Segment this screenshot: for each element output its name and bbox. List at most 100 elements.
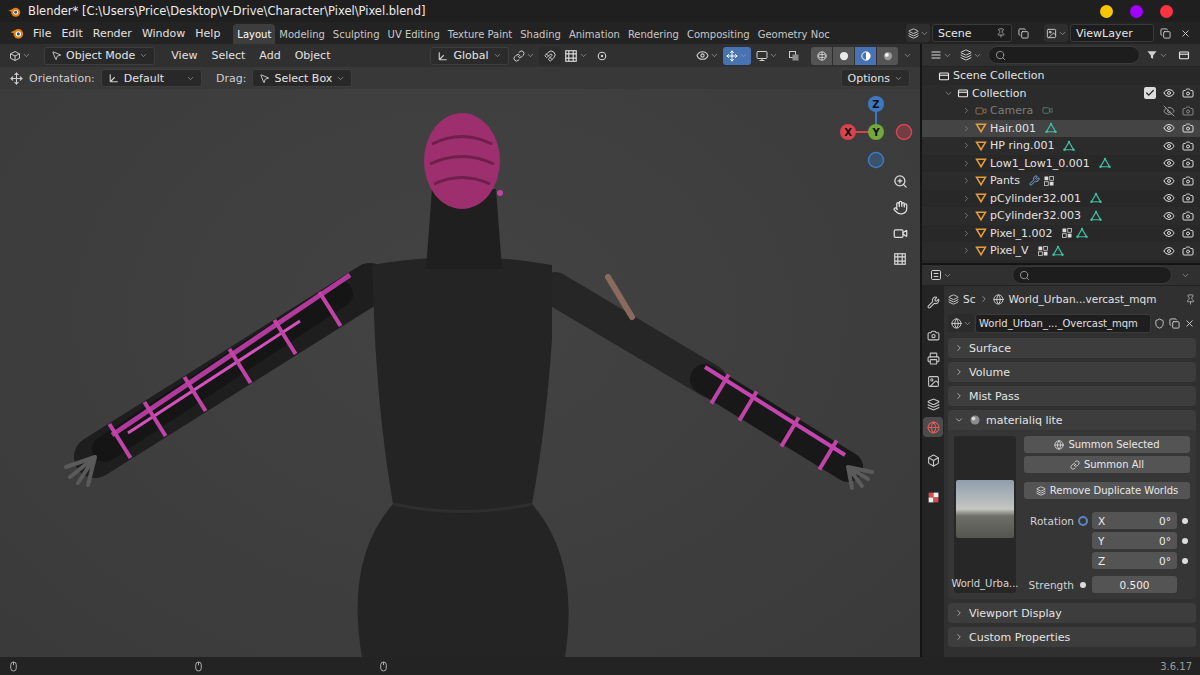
shading-button[interactable] <box>877 47 898 65</box>
world-preview[interactable]: World_Urba... <box>954 436 1016 593</box>
filter-button[interactable] <box>1144 46 1170 64</box>
display-mode-button[interactable] <box>958 46 984 64</box>
workspace-tab[interactable]: Texture Paint <box>444 24 517 44</box>
render-camera-icon[interactable] <box>1182 157 1194 169</box>
properties-tab[interactable] <box>923 348 943 368</box>
mode-dropdown[interactable]: Object Mode <box>44 47 155 65</box>
driver-dot[interactable] <box>1078 516 1088 526</box>
navigation-gizmo[interactable]: ZXY <box>832 89 920 177</box>
orientation-dropdown[interactable]: Global <box>430 47 508 65</box>
eye-icon[interactable] <box>1163 122 1175 134</box>
menu-item[interactable]: Edit <box>56 24 87 43</box>
outliner-row[interactable]: Low1_Low1_0.001 <box>922 155 1200 173</box>
viewport-menu[interactable]: Select <box>205 47 251 64</box>
render-camera-icon[interactable] <box>1182 227 1194 239</box>
rotation-field[interactable]: Z0° <box>1092 552 1177 569</box>
eye-icon[interactable] <box>1163 140 1175 152</box>
view-layer-name-field[interactable]: ViewLayer <box>1070 24 1154 42</box>
view-layer-tab-icon[interactable] <box>927 375 940 388</box>
menu-item[interactable]: File <box>28 24 56 43</box>
solid-shading-icon[interactable] <box>838 50 850 62</box>
eye-icon[interactable] <box>1163 157 1175 169</box>
expand-arrow-icon[interactable] <box>962 194 971 203</box>
zoom-icon[interactable] <box>893 174 908 189</box>
scene-tab-icon[interactable] <box>927 398 940 411</box>
outliner-row[interactable]: pCylinder32.001 <box>922 190 1200 208</box>
eye-icon[interactable] <box>1163 87 1175 99</box>
menu-item[interactable]: Window <box>137 24 190 43</box>
eye-icon[interactable] <box>1163 227 1175 239</box>
addon-button[interactable]: Remove Duplicate Worlds <box>1024 482 1190 499</box>
window-control-button[interactable] <box>1130 5 1143 18</box>
keyframe-dot[interactable] <box>1080 582 1086 588</box>
proportional-edit-icon[interactable] <box>596 50 608 62</box>
outliner-row[interactable]: Collection <box>922 85 1200 103</box>
panel-header[interactable]: Custom Properties <box>948 627 1196 647</box>
expand-arrow-icon[interactable] <box>962 159 971 168</box>
snap-toggle[interactable] <box>539 47 561 65</box>
editor-type-properties-icon[interactable] <box>930 269 942 281</box>
new-world-button[interactable] <box>1167 314 1181 332</box>
properties-tab[interactable] <box>923 487 943 507</box>
render-camera-icon[interactable] <box>1182 105 1194 117</box>
properties-tab[interactable] <box>923 325 943 345</box>
world-tab-icon[interactable] <box>927 421 940 434</box>
keyframe-dot[interactable] <box>1182 538 1188 544</box>
pin-icon[interactable] <box>1185 294 1196 305</box>
fake-user-button[interactable] <box>1152 314 1166 332</box>
viewport-menu[interactable]: Object <box>289 47 337 64</box>
keyframe-dot[interactable] <box>1182 558 1188 564</box>
overlays-toggle[interactable] <box>753 47 781 65</box>
rotation-field[interactable]: Y0° <box>1092 532 1177 549</box>
view-layer-browse-button[interactable] <box>1044 24 1068 42</box>
viewport-canvas[interactable]: ZXY <box>0 89 920 657</box>
scene-name-field[interactable]: Scene <box>932 24 1012 42</box>
snap-target-button[interactable] <box>563 47 589 65</box>
properties-tab[interactable] <box>923 417 943 437</box>
expand-arrow-icon[interactable] <box>962 211 971 220</box>
proportional-edit-toggle[interactable] <box>591 47 613 65</box>
workspace-tab[interactable]: Geometry Noc <box>754 24 834 44</box>
blender-menu-button[interactable] <box>6 24 28 42</box>
rendered-shading-icon[interactable] <box>882 50 894 62</box>
camera-view-button[interactable] <box>888 221 912 245</box>
new-collection-button[interactable] <box>1174 46 1194 64</box>
eye-closed-icon[interactable] <box>1163 105 1175 117</box>
orientation-setting-dropdown[interactable]: Default <box>101 69 202 87</box>
outliner-row[interactable]: Pixel_V <box>922 242 1200 260</box>
render-camera-icon[interactable] <box>1182 140 1194 152</box>
eye-icon[interactable] <box>1163 175 1175 187</box>
shading-button[interactable] <box>855 47 876 65</box>
workspace-tab[interactable]: Sculpting <box>329 24 384 44</box>
properties-tab[interactable] <box>923 394 943 414</box>
hand-icon[interactable] <box>893 200 908 215</box>
workspace-tab[interactable]: Rendering <box>624 24 683 44</box>
exclude-checkbox[interactable] <box>1144 87 1156 99</box>
scene-browse-button[interactable] <box>906 24 930 42</box>
zoom-button[interactable] <box>888 169 912 193</box>
eye-icon[interactable] <box>1163 245 1175 257</box>
viewport-menu[interactable]: Add <box>253 47 286 64</box>
workspace-tab[interactable]: Shading <box>516 24 565 44</box>
pivot-button[interactable] <box>511 47 537 65</box>
viewport-menu[interactable]: View <box>165 47 203 64</box>
workspace-tab[interactable]: Layout <box>233 24 275 44</box>
shading-button[interactable] <box>833 47 854 65</box>
pin-icon[interactable] <box>996 28 1006 38</box>
workspace-tab[interactable]: Modeling <box>275 24 329 44</box>
remove-view-layer-button[interactable] <box>1176 24 1194 42</box>
panel-header[interactable]: Surface <box>948 338 1196 358</box>
properties-options-button[interactable] <box>1176 266 1194 284</box>
snap-grid-icon[interactable] <box>564 49 578 63</box>
shading-button[interactable] <box>811 47 832 65</box>
eye-icon[interactable] <box>1163 192 1175 204</box>
expand-arrow-icon[interactable] <box>962 106 971 115</box>
options-dropdown[interactable]: Options <box>841 69 910 87</box>
editor-type-outliner-icon[interactable] <box>930 49 942 61</box>
texture-icon[interactable] <box>927 491 940 504</box>
new-scene-button[interactable] <box>1014 24 1032 42</box>
keyframe-dot[interactable] <box>1182 518 1188 524</box>
render-camera-icon[interactable] <box>1182 210 1194 222</box>
world-browse-button[interactable] <box>948 314 974 332</box>
render-tab-icon[interactable] <box>927 329 940 342</box>
